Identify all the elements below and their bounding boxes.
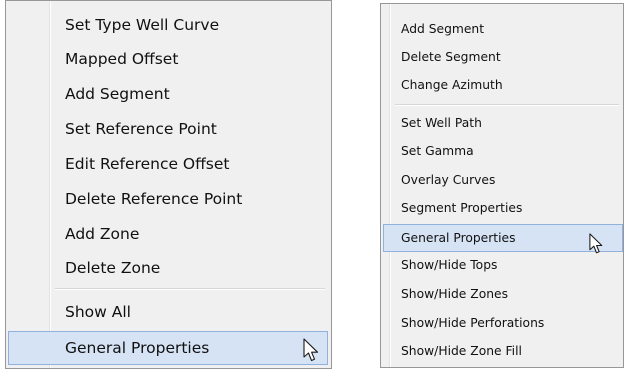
menu-separator — [395, 104, 619, 106]
menu-item-set-well-path[interactable]: Set Well Path — [383, 111, 621, 137]
menu-item-show-hide-tops[interactable]: Show/Hide Tops — [383, 253, 621, 279]
menu-item-change-azimuth[interactable]: Change Azimuth — [383, 73, 621, 99]
menu-item-show-hide-zones[interactable]: Show/Hide Zones — [383, 282, 621, 308]
menu-item-show-hide-perforations[interactable]: Show/Hide Perforations — [383, 311, 621, 337]
menu-separator — [55, 288, 325, 290]
menu-item-set-type-well-curve[interactable]: Set Type Well Curve — [8, 10, 329, 43]
menu-item-set-gamma[interactable]: Set Gamma — [383, 139, 621, 165]
menu-item-segment-properties[interactable]: Segment Properties — [383, 196, 621, 222]
menu-item-mapped-offset[interactable]: Mapped Offset — [8, 44, 329, 77]
menu-item-set-reference-point[interactable]: Set Reference Point — [8, 114, 329, 147]
menu-item-add-segment[interactable]: Add Segment — [8, 79, 329, 112]
menu-item-add-zone[interactable]: Add Zone — [8, 219, 329, 252]
context-menu-right: Add Segment Delete Segment Change Azimut… — [380, 3, 624, 368]
menu-item-show-all[interactable]: Show All — [8, 297, 329, 330]
menu-item-general-properties[interactable]: General Properties — [383, 224, 623, 252]
menu-item-delete-zone[interactable]: Delete Zone — [8, 253, 329, 286]
mouse-pointer-icon — [303, 338, 319, 362]
menu-item-overlay-curves[interactable]: Overlay Curves — [383, 168, 621, 194]
menu-item-edit-reference-offset[interactable]: Edit Reference Offset — [8, 149, 329, 182]
menu-item-show-hide-zone-fill[interactable]: Show/Hide Zone Fill — [383, 339, 621, 365]
context-menu-left: Set Type Well Curve Mapped Offset Add Se… — [5, 0, 332, 369]
menu-item-delete-reference-point[interactable]: Delete Reference Point — [8, 184, 329, 217]
menu-item-add-segment[interactable]: Add Segment — [383, 17, 621, 43]
menu-item-delete-segment[interactable]: Delete Segment — [383, 45, 621, 71]
mouse-pointer-icon — [589, 233, 603, 254]
menu-item-general-properties[interactable]: General Properties — [8, 331, 328, 365]
